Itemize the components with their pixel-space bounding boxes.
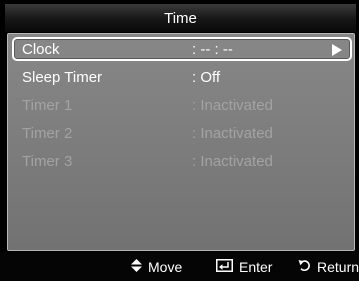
menu-item-label: Timer 2 [22, 124, 73, 142]
navigation-hint-bar: Move Enter Return [0, 252, 359, 281]
menu-item-value: : -- : -- [192, 40, 233, 58]
tv-menu-screen: Time Clock : -- : -- Sleep Timer : Off T… [0, 0, 359, 281]
menu-item-timer-3: Timer 3 : Inactivated [12, 149, 352, 173]
menu-item-label: Timer 1 [22, 96, 73, 114]
menu-item-timer-2: Timer 2 : Inactivated [12, 121, 352, 145]
menu-item-value: : Inactivated [192, 152, 273, 170]
enter-hint: Enter [216, 252, 272, 281]
menu-item-value: : Off [192, 68, 221, 86]
menu-item-timer-1: Timer 1 : Inactivated [12, 93, 352, 117]
up-down-arrow-icon [131, 258, 142, 275]
menu-title: Time [164, 9, 197, 27]
return-hint: Return [298, 252, 359, 281]
menu-item-sleep-timer[interactable]: Sleep Timer : Off [12, 65, 352, 89]
menu-item-value: : Inactivated [192, 96, 273, 114]
menu-item-value: : Inactivated [192, 124, 273, 142]
enter-hint-label: Enter [239, 258, 273, 275]
return-hint-label: Return [317, 258, 359, 275]
menu-item-label: Sleep Timer [22, 68, 103, 86]
return-icon [298, 259, 311, 275]
enter-icon [216, 258, 233, 275]
menu-item-label: Timer 3 [22, 152, 73, 170]
submenu-arrow-icon [332, 44, 342, 56]
menu-title-bar: Time [5, 4, 356, 32]
menu-item-label: Clock [22, 40, 60, 58]
move-hint: Move [131, 252, 182, 281]
menu-item-clock[interactable]: Clock : -- : -- [12, 37, 352, 61]
menu-panel: Clock : -- : -- Sleep Timer : Off Timer … [7, 33, 355, 251]
move-hint-label: Move [148, 258, 183, 275]
